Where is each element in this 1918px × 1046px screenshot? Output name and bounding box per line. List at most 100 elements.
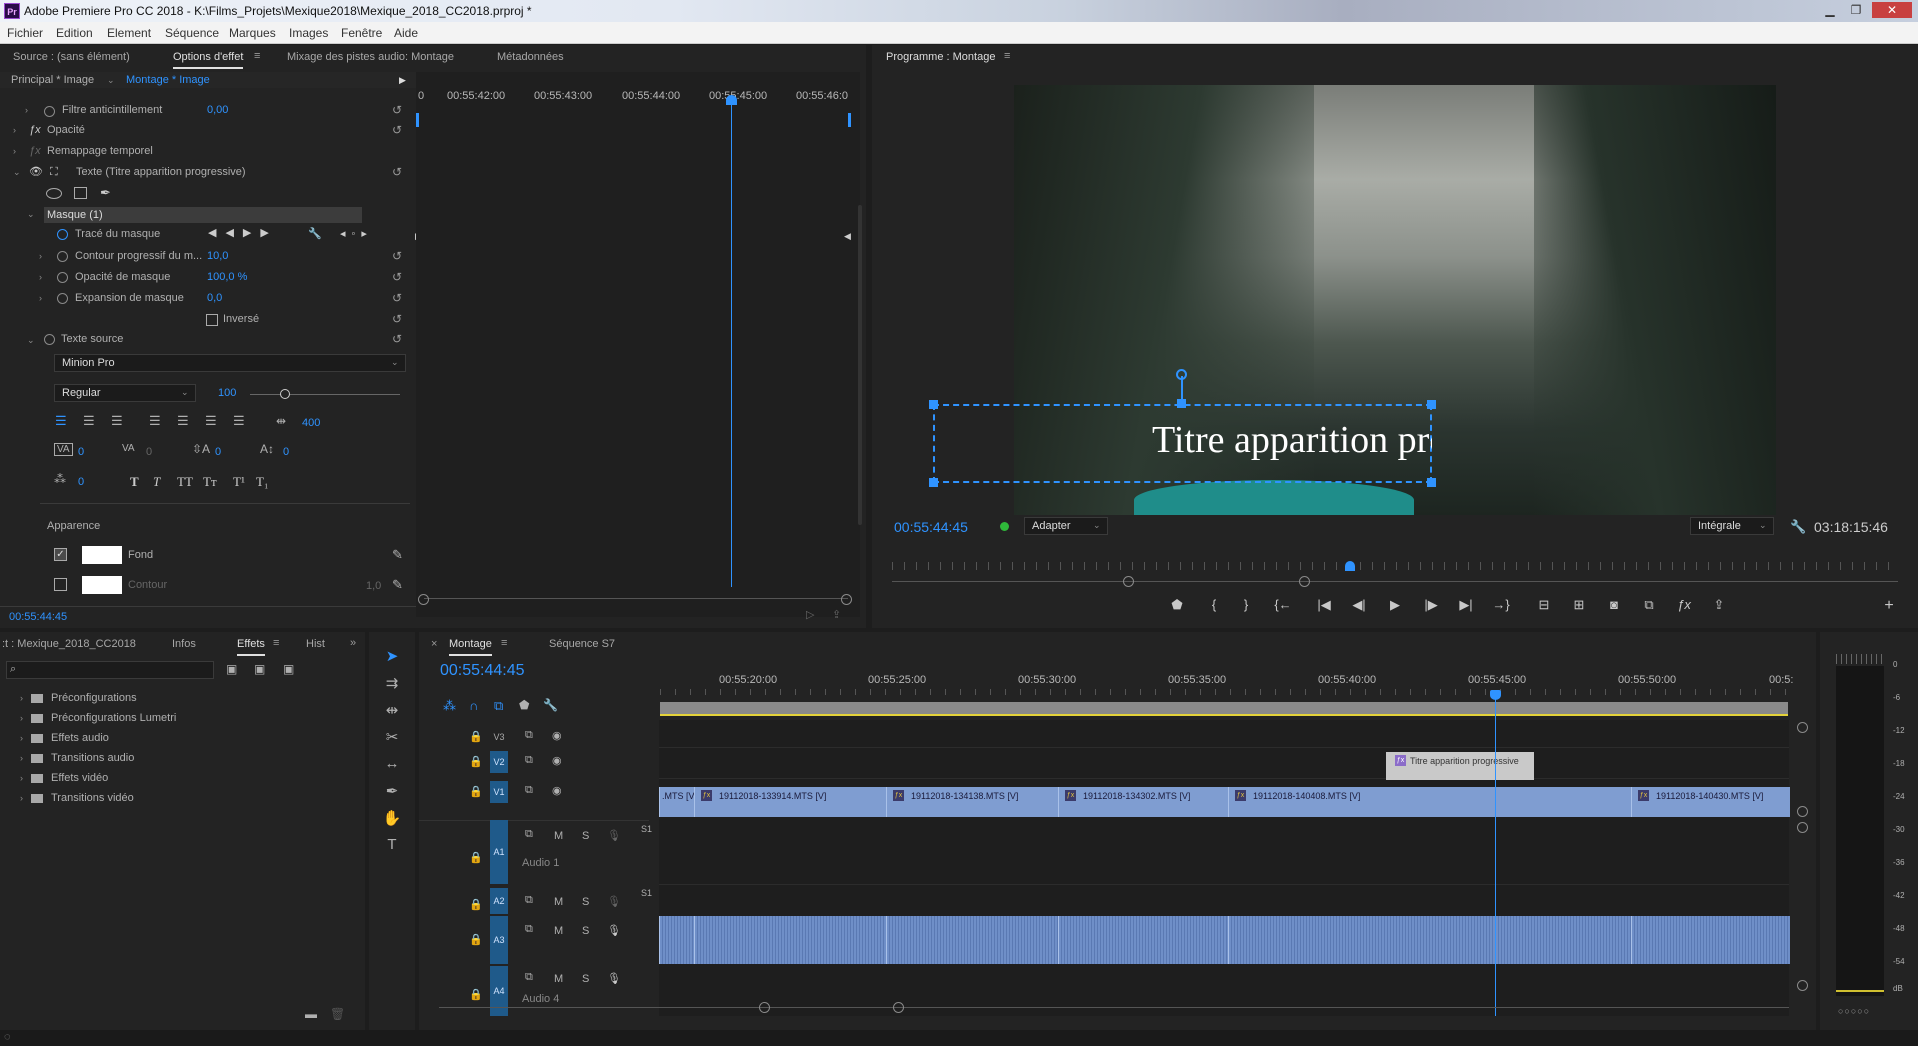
vzoom-handle[interactable] — [1797, 722, 1808, 733]
menu-images[interactable]: Images — [289, 26, 328, 40]
collapse-icon[interactable]: ⌄ — [27, 209, 35, 220]
menu-fichier[interactable]: Fichier — [7, 26, 43, 40]
horizontal-scrollbar[interactable] — [439, 1007, 1789, 1008]
frame-back-icon[interactable]: ◀| — [1348, 597, 1370, 613]
quality-select[interactable]: Intégrale ⌄ — [1690, 517, 1774, 535]
pen-mask-icon[interactable]: ✒ — [100, 185, 111, 201]
reset-icon[interactable]: ↺ — [392, 312, 402, 326]
track-area[interactable] — [659, 720, 1789, 1016]
tab-sequence-s7[interactable]: Séquence S7 — [549, 638, 615, 650]
timeline-playhead[interactable] — [1495, 696, 1496, 1016]
filter-icon[interactable]: ▷ — [806, 608, 814, 621]
reset-icon[interactable]: ↺ — [392, 332, 402, 346]
meter-solo-buttons[interactable]: ○○○○○ — [1838, 1006, 1870, 1016]
transform-handle[interactable] — [1427, 478, 1436, 487]
kerning-value[interactable]: 0 — [78, 446, 84, 458]
tracking-value[interactable]: 400 — [302, 417, 320, 429]
tab-metadata[interactable]: Métadonnées — [497, 51, 564, 63]
mic-icon[interactable]: 🎙 — [607, 895, 621, 908]
superscript-button[interactable]: T¹ — [233, 474, 245, 490]
mask-track-controls[interactable]: ◀◀▶▶ — [208, 226, 278, 239]
track-v1[interactable]: V1 — [490, 781, 508, 803]
eyedropper-icon[interactable]: ✎ — [392, 577, 403, 593]
reset-icon[interactable]: ↺ — [392, 291, 402, 305]
trash-icon[interactable]: 🗑 — [330, 1007, 345, 1021]
effect-playhead-handle[interactable] — [726, 95, 737, 105]
zoom-scrollbar[interactable] — [424, 598, 848, 599]
tab-montage[interactable]: Montage — [449, 638, 492, 656]
stopwatch-icon[interactable] — [57, 251, 68, 262]
selection-tool-icon[interactable]: ➤ — [380, 647, 404, 665]
program-title[interactable]: Programme : Montage — [886, 51, 995, 63]
track-a2[interactable]: A2 — [490, 888, 508, 914]
audio-clip[interactable] — [694, 916, 886, 964]
expand-icon[interactable]: › — [39, 251, 42, 261]
all-caps-button[interactable]: TT — [177, 474, 193, 490]
snap-icon[interactable]: ∩ — [469, 698, 478, 713]
effect-playhead[interactable] — [731, 97, 732, 587]
audio-clip[interactable] — [1631, 916, 1790, 964]
zoom-handle-right[interactable] — [841, 594, 852, 605]
time-ruler[interactable] — [892, 562, 1898, 570]
bold-button[interactable]: T — [130, 474, 139, 490]
expand-icon[interactable]: › — [13, 125, 16, 135]
transform-handle[interactable] — [929, 478, 938, 487]
folder-lumetri[interactable]: › Préconfigurations Lumetri — [20, 712, 176, 724]
reset-icon[interactable]: ↺ — [392, 123, 402, 137]
marker-icon[interactable]: ⬟ — [1166, 597, 1188, 613]
timeline-timecode[interactable]: 00:55:44:45 — [440, 662, 525, 680]
lock-icon[interactable]: 🔒 — [469, 898, 483, 911]
expand-icon[interactable]: › — [39, 293, 42, 303]
vertical-scrollbar[interactable] — [858, 205, 862, 525]
menu-edition[interactable]: Edition — [56, 26, 93, 40]
transform-handle[interactable] — [1177, 399, 1186, 408]
close-icon[interactable]: ✕ — [1872, 2, 1912, 18]
step-forward-icon[interactable]: ▶| — [1455, 597, 1477, 613]
fond-color-swatch[interactable] — [82, 546, 122, 564]
breadcrumb-main[interactable]: Principal * Image — [11, 74, 94, 86]
eye-icon[interactable]: 👁 — [29, 165, 43, 178]
mark-out-icon[interactable]: } — [1235, 597, 1257, 612]
transform-handle[interactable] — [929, 400, 938, 409]
reset-icon[interactable]: ↺ — [392, 270, 402, 284]
comparison-icon[interactable]: ⧉ — [1638, 597, 1660, 613]
tsume-value[interactable]: 0 — [78, 476, 84, 488]
mic-icon[interactable]: 🎙 — [607, 972, 621, 985]
tab-infos[interactable]: Infos — [172, 638, 196, 650]
collapse-icon[interactable]: ⌄ — [13, 167, 21, 178]
justify-right-icon[interactable]: ☰ — [205, 413, 217, 429]
fx-icon[interactable]: ƒx — [1673, 597, 1695, 612]
vzoom-handle[interactable] — [1797, 822, 1808, 833]
panel-menu-icon[interactable]: ≡ — [273, 637, 279, 649]
lift-icon[interactable]: ⊟ — [1533, 597, 1555, 613]
reset-icon[interactable]: ↺ — [392, 103, 402, 117]
zoom-bar[interactable] — [892, 581, 1898, 582]
menu-fenetre[interactable]: Fenêtre — [341, 26, 382, 40]
title-clip[interactable]: ƒx Titre apparition progressive — [1386, 752, 1534, 780]
leading-value[interactable]: 0 — [215, 446, 221, 458]
italic-button[interactable]: T — [153, 474, 160, 490]
video-clip[interactable]: ƒx 19112018-140408.MTS [V] — [1228, 787, 1631, 817]
fond-checkbox[interactable]: ✓ — [54, 548, 67, 561]
tab-source[interactable]: Source : (sans élément) — [13, 51, 130, 63]
video-clip[interactable]: .MTS [V] — [659, 787, 694, 817]
reset-icon[interactable]: ↺ — [392, 249, 402, 263]
align-right-icon[interactable]: ☰ — [111, 413, 123, 429]
sync-lock-icon[interactable]: ⧉ — [525, 971, 533, 984]
font-size-value[interactable]: 100 — [218, 387, 236, 399]
sync-lock-icon[interactable]: ⧉ — [525, 754, 533, 767]
chevron-down-icon[interactable]: ⌄ — [107, 75, 115, 86]
font-select[interactable]: Minion Pro ⌄ — [54, 354, 406, 372]
panel-menu-icon[interactable]: ≡ — [254, 50, 260, 62]
justify-left-icon[interactable]: ☰ — [149, 413, 161, 429]
export-frame-icon[interactable]: ⇪ — [1708, 597, 1730, 613]
yuv-effects-icon[interactable]: ▣ — [283, 662, 294, 676]
keyframe-nav-icon[interactable]: ◂◦▸ — [340, 227, 373, 240]
hscroll-handle-right[interactable] — [893, 1002, 904, 1013]
zoom-handle-right[interactable] — [1299, 576, 1310, 587]
tab-effets[interactable]: Effets — [237, 638, 265, 656]
video-clip[interactable]: ƒx 19112018-133914.MTS [V] — [694, 787, 886, 817]
audio-clip[interactable] — [1228, 916, 1631, 964]
sync-lock-icon[interactable]: ⧉ — [525, 729, 533, 742]
32bit-effects-icon[interactable]: ▣ — [254, 662, 265, 676]
